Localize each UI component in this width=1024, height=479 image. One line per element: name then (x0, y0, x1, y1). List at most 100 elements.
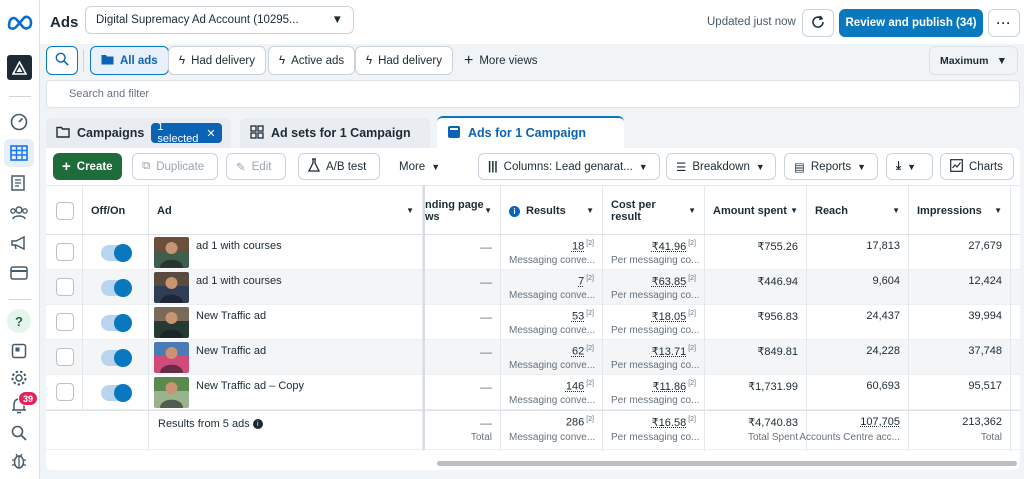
ad-name[interactable]: ad 1 with courses (196, 240, 282, 252)
table-row[interactable]: New Traffic ad — 53 [2] Messaging conve..… (46, 305, 1020, 340)
reach-value: 60,693 (866, 380, 900, 392)
flask-icon (307, 158, 321, 175)
select-all-checkbox[interactable] (56, 202, 74, 220)
ad-name[interactable]: New Traffic ad – Copy (196, 380, 304, 392)
chevron-down-icon: ▼ (431, 161, 441, 172)
account-avatar-icon[interactable] (7, 55, 32, 80)
chevron-down-icon: ▼ (755, 161, 765, 172)
column-results[interactable]: i Results ▼ (501, 186, 603, 236)
view-had-delivery-1[interactable]: ϟ Had delivery (168, 46, 267, 75)
results-value: 7 [2] (578, 275, 594, 288)
column-cost-per-result[interactable]: Cost per result ▼ (603, 186, 705, 236)
row-checkbox[interactable] (56, 348, 74, 366)
reports-dropdown[interactable]: ▤ Reports ▼ (784, 153, 878, 180)
account-selector[interactable]: Digital Supremacy Ad Account (10295... ▼ (85, 6, 354, 34)
search-icon[interactable] (8, 422, 30, 444)
close-icon[interactable]: ✕ (206, 127, 215, 140)
bug-icon[interactable] (8, 450, 30, 472)
delivery-toggle[interactable] (101, 384, 132, 402)
table-row[interactable]: ad 1 with courses — 7 [2] Messaging conve… (46, 270, 1020, 305)
tab-label: Ads for 1 Campaign (468, 126, 587, 140)
ad-thumbnail[interactable] (154, 342, 189, 373)
table-icon[interactable] (4, 139, 34, 167)
ad-name[interactable]: ad 1 with courses (196, 275, 282, 287)
table-row[interactable]: ad 1 with courses — 18 [2] Messaging conv… (46, 235, 1020, 270)
delivery-toggle[interactable] (101, 314, 132, 332)
totals-results: 286 [2] (565, 416, 594, 429)
tab-label: Ad sets for 1 Campaign (271, 126, 411, 140)
maximum-dropdown[interactable]: Maximum ▼ (929, 46, 1018, 75)
row-amount-cell: ₹849.81 (705, 340, 807, 375)
column-offon[interactable]: Off/On (83, 186, 149, 236)
meta-logo-icon[interactable] (6, 11, 34, 33)
delivery-toggle[interactable] (101, 279, 132, 297)
card-icon[interactable] (8, 262, 30, 284)
ab-test-button[interactable]: A/B test (298, 153, 380, 180)
ad-name[interactable]: New Traffic ad (196, 345, 266, 357)
delivery-toggle[interactable] (101, 244, 132, 262)
charts-button[interactable]: Charts (940, 153, 1014, 180)
updated-status: Updated just now (707, 16, 796, 28)
ads-panel: + Create ⧉ Duplicate ✎ Edit A/B test Mor… (46, 148, 1020, 470)
audience-icon[interactable] (8, 202, 30, 224)
row-checkbox[interactable] (56, 383, 74, 401)
export-dropdown[interactable]: ⤓ ▼ (886, 153, 933, 180)
chevron-down-icon: ▼ (331, 14, 343, 26)
dashboard-icon[interactable] (8, 111, 30, 133)
row-checkbox[interactable] (56, 243, 74, 261)
search-filter-input[interactable]: Search and filter (46, 80, 1020, 108)
selected-chip[interactable]: 1 selected ✕ (151, 121, 222, 145)
column-ad[interactable]: Ad ▼ (149, 186, 423, 236)
catalog-icon[interactable] (8, 340, 30, 362)
breakdown-dropdown[interactable]: ☰ Breakdown ▼ (666, 153, 776, 180)
results-value: 53 [2] (571, 310, 594, 323)
megaphone-icon[interactable] (8, 232, 30, 254)
ad-thumbnail[interactable] (154, 377, 189, 408)
gear-icon[interactable] (8, 367, 30, 389)
horizontal-scrollbar[interactable] (437, 461, 1017, 466)
tab-adsets[interactable]: Ad sets for 1 Campaign (240, 118, 430, 148)
ad-thumbnail[interactable] (154, 307, 189, 338)
more-views-button[interactable]: + More views (454, 46, 548, 75)
cost-value: ₹41.96 [2] (651, 240, 696, 253)
row-impressions-cell: 12,424 (909, 270, 1011, 305)
column-label: Reach (815, 205, 849, 217)
info-icon: i (252, 419, 263, 430)
totals-spacer (46, 411, 149, 451)
row-checkbox[interactable] (56, 313, 74, 331)
document-icon[interactable] (8, 172, 30, 194)
more-dropdown[interactable]: More ▼ (390, 153, 450, 180)
table-row[interactable]: New Traffic ad – Copy — 146 [2] Messaging… (46, 375, 1020, 410)
totals-cost-cell: ₹16.58 [2] Per messaging co... (603, 411, 705, 451)
search-button[interactable] (46, 46, 78, 75)
tab-campaigns[interactable]: Campaigns 1 selected ✕ (46, 118, 231, 148)
lightning-icon: ϟ (179, 54, 186, 67)
tab-ads[interactable]: Ads for 1 Campaign (437, 116, 624, 148)
row-toggle-cell (83, 270, 149, 305)
review-publish-button[interactable]: Review and publish (34) (839, 9, 983, 37)
edit-button[interactable]: ✎ Edit (226, 153, 286, 180)
view-all-ads[interactable]: All ads (90, 46, 169, 75)
column-landing-page[interactable]: nding page ws ▼ (425, 186, 501, 236)
help-icon[interactable]: ? (7, 309, 31, 333)
row-ad-cell: New Traffic ad (149, 305, 423, 340)
create-button[interactable]: + Create (53, 153, 122, 180)
row-checkbox[interactable] (56, 278, 74, 296)
column-amount-spent[interactable]: Amount spent ▼ (705, 186, 807, 236)
columns-dropdown[interactable]: ||| Columns: Lead genarat... ▼ (478, 153, 660, 180)
more-options-button[interactable]: ··· (988, 9, 1020, 37)
grid-icon (250, 124, 264, 142)
table-row[interactable]: New Traffic ad — 62 [2] Messaging conve..… (46, 340, 1020, 375)
view-active-ads[interactable]: ϟ Active ads (268, 46, 356, 75)
refresh-button[interactable] (802, 9, 834, 37)
totals-impressions: 213,362 (962, 416, 1002, 428)
delivery-toggle[interactable] (101, 349, 132, 367)
ad-thumbnail[interactable] (154, 272, 189, 303)
ad-name[interactable]: New Traffic ad (196, 310, 266, 322)
view-had-delivery-2[interactable]: ϟ Had delivery (355, 46, 454, 75)
impressions-value: 12,424 (968, 275, 1002, 287)
column-impressions[interactable]: Impressions ▼ (909, 186, 1011, 236)
duplicate-button[interactable]: ⧉ Duplicate (132, 153, 218, 180)
column-reach[interactable]: Reach ▼ (807, 186, 909, 236)
ad-thumbnail[interactable] (154, 237, 189, 268)
